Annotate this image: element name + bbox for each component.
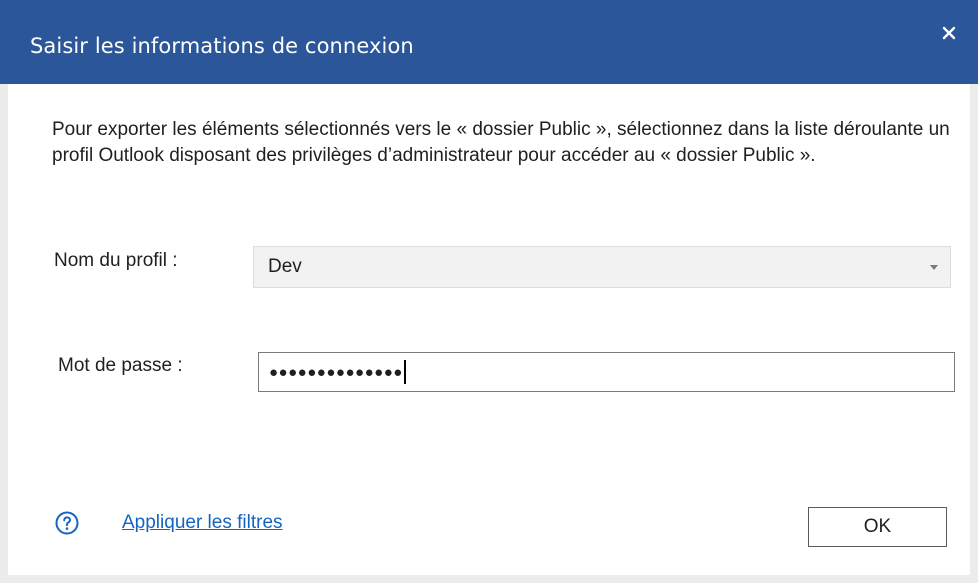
profile-select-value: Dev — [268, 256, 302, 277]
apply-filters-link[interactable]: Appliquer les filtres — [122, 512, 283, 534]
chevron-down-icon — [930, 264, 938, 270]
password-input[interactable]: ●●●●●●●●●●●●●● — [258, 352, 955, 392]
password-mask: ●●●●●●●●●●●●●● — [269, 363, 403, 381]
profile-label: Nom du profil : — [54, 250, 178, 271]
password-label: Mot de passe : — [58, 355, 183, 376]
profile-select[interactable]: Dev — [253, 246, 951, 288]
close-icon — [942, 26, 956, 40]
title-bar: Saisir les informations de connexion — [0, 0, 978, 84]
dialog-title: Saisir les informations de connexion — [30, 34, 414, 58]
text-cursor — [403, 360, 406, 384]
login-dialog: Saisir les informations de connexion Pou… — [0, 0, 978, 583]
ok-button[interactable]: OK — [808, 507, 947, 547]
help-icon[interactable] — [55, 511, 79, 535]
close-button[interactable] — [934, 18, 964, 48]
intro-text: Pour exporter les éléments sélectionnés … — [52, 119, 950, 166]
